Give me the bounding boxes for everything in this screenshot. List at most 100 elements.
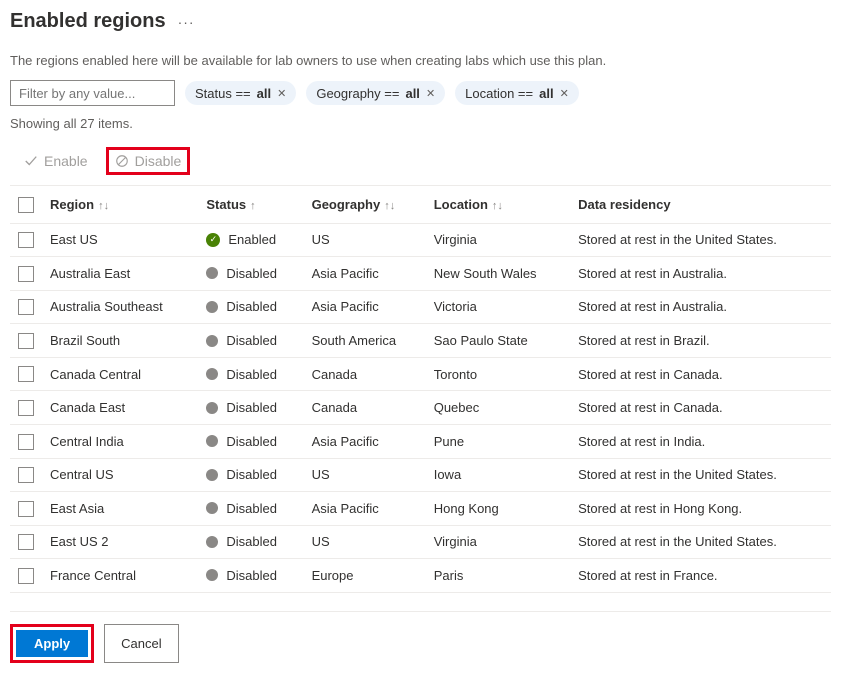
cell-data-residency: Stored at rest in the United States.: [570, 458, 831, 492]
row-checkbox[interactable]: [18, 299, 34, 315]
cell-data-residency: Stored at rest in Australia.: [570, 290, 831, 324]
row-checkbox[interactable]: [18, 568, 34, 584]
more-menu-icon[interactable]: ···: [178, 14, 195, 30]
cell-data-residency: Stored at rest in the United States.: [570, 223, 831, 257]
cell-region: Central India: [42, 424, 198, 458]
cell-data-residency: Stored at rest in Canada.: [570, 357, 831, 391]
cell-status: Disabled: [226, 568, 277, 583]
description-text: The regions enabled here will be availab…: [10, 53, 831, 68]
prohibit-icon: [115, 154, 129, 168]
cell-region: East US: [42, 223, 198, 257]
close-icon[interactable]: ✕: [277, 87, 286, 100]
pill-value: all: [257, 86, 271, 101]
disabled-icon: [206, 301, 218, 313]
cell-data-residency: Stored at rest in Australia.: [570, 257, 831, 291]
apply-button[interactable]: Apply: [16, 630, 88, 657]
cell-status: Disabled: [226, 467, 277, 482]
pill-label: Location ==: [465, 86, 533, 101]
cell-region: East US 2: [42, 525, 198, 559]
filter-pill[interactable]: Status == all✕: [185, 81, 296, 105]
table-row: East US 2DisabledUSVirginiaStored at res…: [10, 525, 831, 559]
cell-status: Disabled: [226, 534, 277, 549]
cell-status: Disabled: [226, 501, 277, 516]
cell-status: Disabled: [226, 333, 277, 348]
cell-location: New South Wales: [426, 257, 570, 291]
cell-status: Disabled: [226, 367, 277, 382]
filter-pill[interactable]: Location == all ✕: [455, 81, 579, 105]
disabled-icon: [206, 368, 218, 380]
cell-geography: Asia Pacific: [304, 424, 426, 458]
cancel-button[interactable]: Cancel: [104, 624, 178, 663]
row-checkbox[interactable]: [18, 266, 34, 282]
cell-geography: Canada: [304, 357, 426, 391]
disable-label: Disable: [135, 153, 182, 169]
pill-value: all: [405, 86, 419, 101]
cell-location: Quebec: [426, 391, 570, 425]
table-row: East US ✓ Enabled USVirginiaStored at rest …: [10, 223, 831, 257]
table-row: Central IndiaDisabledAsia PacificPuneSto…: [10, 424, 831, 458]
cell-region: Canada Central: [42, 357, 198, 391]
col-status[interactable]: Status↑: [198, 186, 303, 223]
row-checkbox[interactable]: [18, 434, 34, 450]
table-row: France CentralDisabledEuropeParisStored …: [10, 559, 831, 593]
disabled-icon: [206, 569, 218, 581]
cell-region: Brazil South: [42, 324, 198, 358]
cell-data-residency: Stored at rest in Hong Kong.: [570, 492, 831, 526]
col-geography[interactable]: Geography↑↓: [304, 186, 426, 223]
row-checkbox[interactable]: [18, 534, 34, 550]
disabled-icon: [206, 469, 218, 481]
close-icon[interactable]: ✕: [426, 87, 435, 100]
cell-location: Sao Paulo State: [426, 324, 570, 358]
table-row: Canada EastDisabledCanadaQuebecStored at…: [10, 391, 831, 425]
cell-region: France Central: [42, 559, 198, 593]
cell-location: Toronto: [426, 357, 570, 391]
disable-button[interactable]: Disable: [106, 147, 191, 175]
cell-location: Pune: [426, 424, 570, 458]
enable-label: Enable: [44, 153, 88, 169]
col-location[interactable]: Location↑↓: [426, 186, 570, 223]
disabled-icon: [206, 267, 218, 279]
cell-status: Disabled: [226, 299, 277, 314]
filter-pill[interactable]: Geography == all ✕: [306, 81, 445, 105]
disabled-icon: [206, 402, 218, 414]
sort-icon: ↑↓: [384, 200, 395, 212]
pill-label: Geography ==: [316, 86, 399, 101]
cell-geography: Asia Pacific: [304, 290, 426, 324]
cell-geography: US: [304, 223, 426, 257]
col-region[interactable]: Region↑↓: [42, 186, 198, 223]
row-checkbox[interactable]: [18, 400, 34, 416]
cell-region: Central US: [42, 458, 198, 492]
row-checkbox[interactable]: [18, 333, 34, 349]
pill-value: all: [539, 86, 553, 101]
cell-region: Canada East: [42, 391, 198, 425]
cell-location: Hong Kong: [426, 492, 570, 526]
cell-data-residency: Stored at rest in Canada.: [570, 391, 831, 425]
row-checkbox[interactable]: [18, 232, 34, 248]
filter-input[interactable]: [10, 80, 175, 106]
cell-status: Disabled: [226, 400, 277, 415]
sort-icon: ↑↓: [492, 200, 503, 212]
item-count: Showing all 27 items.: [10, 116, 831, 131]
cell-status: Disabled: [226, 266, 277, 281]
table-row: Brazil South Disabled South AmericaSao Pau…: [10, 324, 831, 358]
table-row: Australia SoutheastDisabledAsia PacificV…: [10, 290, 831, 324]
col-data-residency: Data residency: [570, 186, 831, 223]
sort-asc-icon: ↑: [250, 200, 256, 212]
select-all-checkbox[interactable]: [18, 197, 34, 213]
enabled-icon: ✓: [206, 233, 220, 247]
close-icon[interactable]: ✕: [560, 87, 569, 100]
cell-geography: US: [304, 525, 426, 559]
enable-button[interactable]: Enable: [18, 147, 94, 175]
row-checkbox[interactable]: [18, 467, 34, 483]
cell-status: Enabled: [228, 232, 276, 247]
sort-icon: ↑↓: [98, 200, 109, 212]
cell-data-residency: Stored at rest in the United States.: [570, 525, 831, 559]
cell-location: Virginia: [426, 223, 570, 257]
row-checkbox[interactable]: [18, 501, 34, 517]
table-row: Australia EastDisabledAsia PacificNew So…: [10, 257, 831, 291]
cell-geography: US: [304, 458, 426, 492]
cell-geography: South America: [304, 324, 426, 358]
cell-geography: Asia Pacific: [304, 257, 426, 291]
cell-data-residency: Stored at rest in France.: [570, 559, 831, 593]
row-checkbox[interactable]: [18, 366, 34, 382]
